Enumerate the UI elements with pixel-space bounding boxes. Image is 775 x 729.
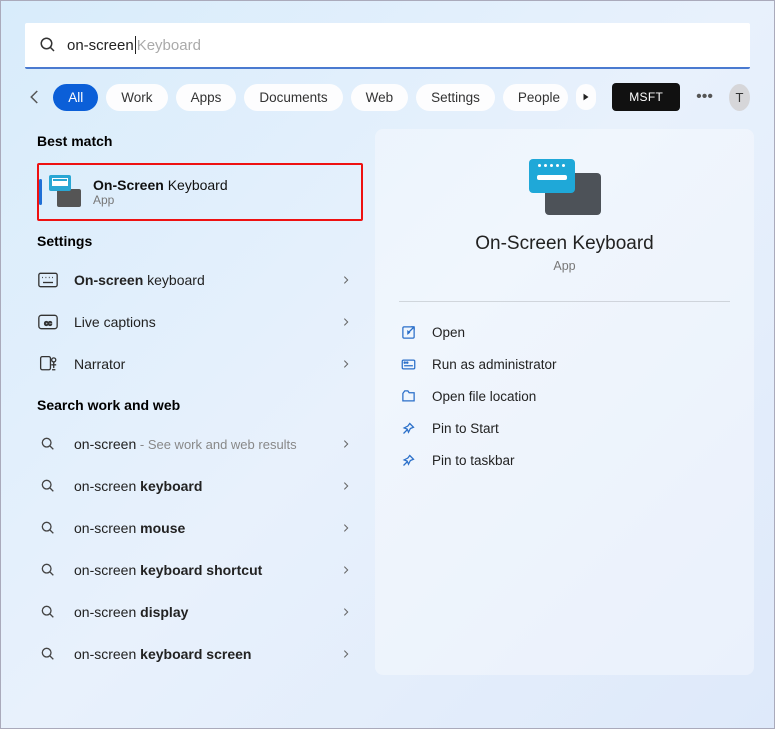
best-match-title: On-Screen Keyboard: [93, 177, 228, 193]
action-icon: [399, 421, 417, 436]
action-item[interactable]: Pin to taskbar: [399, 444, 730, 476]
settings-item[interactable]: Narrator: [37, 343, 359, 385]
action-label: Run as administrator: [432, 357, 557, 372]
search-icon: [37, 478, 59, 494]
web-suggestion[interactable]: on-screen keyboard shortcut: [37, 549, 359, 591]
action-item[interactable]: Run as administrator: [399, 348, 730, 380]
action-label: Pin to Start: [432, 421, 499, 436]
action-icon: [399, 357, 417, 372]
best-match-type: App: [93, 193, 228, 207]
more-filters-button[interactable]: [576, 84, 596, 110]
preview-type: App: [399, 259, 730, 273]
search-suggestion: Keyboard: [137, 37, 201, 54]
svg-text:cc: cc: [44, 318, 52, 327]
msft-button[interactable]: MSFT: [612, 83, 680, 111]
search-icon: [37, 604, 59, 620]
chevron-right-icon: [341, 317, 351, 327]
back-button[interactable]: [25, 88, 45, 106]
web-suggestion-label: on-screen display: [74, 604, 326, 620]
filter-web[interactable]: Web: [351, 84, 409, 111]
web-suggestion-label: on-screen - See work and web results: [74, 436, 326, 452]
preview-app-icon: [529, 159, 601, 215]
filter-settings[interactable]: Settings: [416, 84, 495, 111]
action-label: Open file location: [432, 389, 536, 404]
web-suggestion[interactable]: on-screen keyboard screen: [37, 633, 359, 675]
action-label: Pin to taskbar: [432, 453, 515, 468]
chevron-right-icon: [341, 275, 351, 285]
web-suggestion[interactable]: on-screen keyboard: [37, 465, 359, 507]
chevron-right-icon: [341, 439, 351, 449]
chevron-right-icon: [341, 565, 351, 575]
settings-item-icon: cc: [37, 314, 59, 330]
search-icon: [37, 646, 59, 662]
web-suggestion[interactable]: on-screen mouse: [37, 507, 359, 549]
chevron-right-icon: [341, 481, 351, 491]
settings-item-icon: [37, 355, 59, 373]
chevron-right-icon: [341, 607, 351, 617]
filter-all[interactable]: All: [53, 84, 98, 111]
preview-title: On-Screen Keyboard: [399, 233, 730, 255]
search-box[interactable]: on-screenKeyboard: [25, 23, 750, 69]
search-typed: on-screen: [67, 37, 134, 54]
action-icon: [399, 453, 417, 468]
web-suggestion-label: on-screen keyboard shortcut: [74, 562, 326, 578]
web-suggestion[interactable]: on-screen display: [37, 591, 359, 633]
search-icon: [37, 436, 59, 452]
chevron-right-icon: [341, 359, 351, 369]
action-icon: [399, 389, 417, 404]
chevron-right-icon: [341, 523, 351, 533]
action-icon: [399, 325, 417, 340]
filter-apps[interactable]: Apps: [176, 84, 237, 111]
section-best-match: Best match: [37, 121, 359, 159]
action-item[interactable]: Open: [399, 316, 730, 348]
web-suggestion-label: on-screen keyboard screen: [74, 646, 326, 662]
best-match-item[interactable]: On-Screen Keyboard App: [37, 163, 363, 221]
settings-item[interactable]: On-screen keyboard: [37, 259, 359, 301]
action-item[interactable]: Pin to Start: [399, 412, 730, 444]
avatar[interactable]: T: [729, 84, 750, 111]
action-label: Open: [432, 325, 465, 340]
settings-item-icon: [37, 272, 59, 288]
keyboard-icon: [51, 177, 81, 207]
settings-item-label: On-screen keyboard: [74, 272, 326, 288]
chevron-right-icon: [341, 649, 351, 659]
filter-documents[interactable]: Documents: [244, 84, 342, 111]
web-suggestion-label: on-screen mouse: [74, 520, 326, 536]
search-icon: [37, 562, 59, 578]
filter-row: All Work Apps Documents Web Settings Peo…: [1, 69, 774, 121]
settings-item-label: Live captions: [74, 314, 326, 330]
settings-item[interactable]: cc Live captions: [37, 301, 359, 343]
search-icon: [39, 36, 57, 54]
section-settings: Settings: [37, 221, 359, 259]
web-suggestion[interactable]: on-screen - See work and web results: [37, 423, 359, 465]
action-item[interactable]: Open file location: [399, 380, 730, 412]
settings-item-label: Narrator: [74, 356, 326, 372]
filter-people[interactable]: People: [503, 84, 568, 111]
preview-pane: On-Screen Keyboard App Open Run as admin…: [375, 129, 754, 675]
more-icon[interactable]: •••: [688, 88, 721, 106]
text-caret: [135, 36, 136, 54]
filter-work[interactable]: Work: [106, 84, 167, 111]
section-web: Search work and web: [37, 385, 359, 423]
web-suggestion-label: on-screen keyboard: [74, 478, 326, 494]
divider: [399, 301, 730, 302]
search-icon: [37, 520, 59, 536]
